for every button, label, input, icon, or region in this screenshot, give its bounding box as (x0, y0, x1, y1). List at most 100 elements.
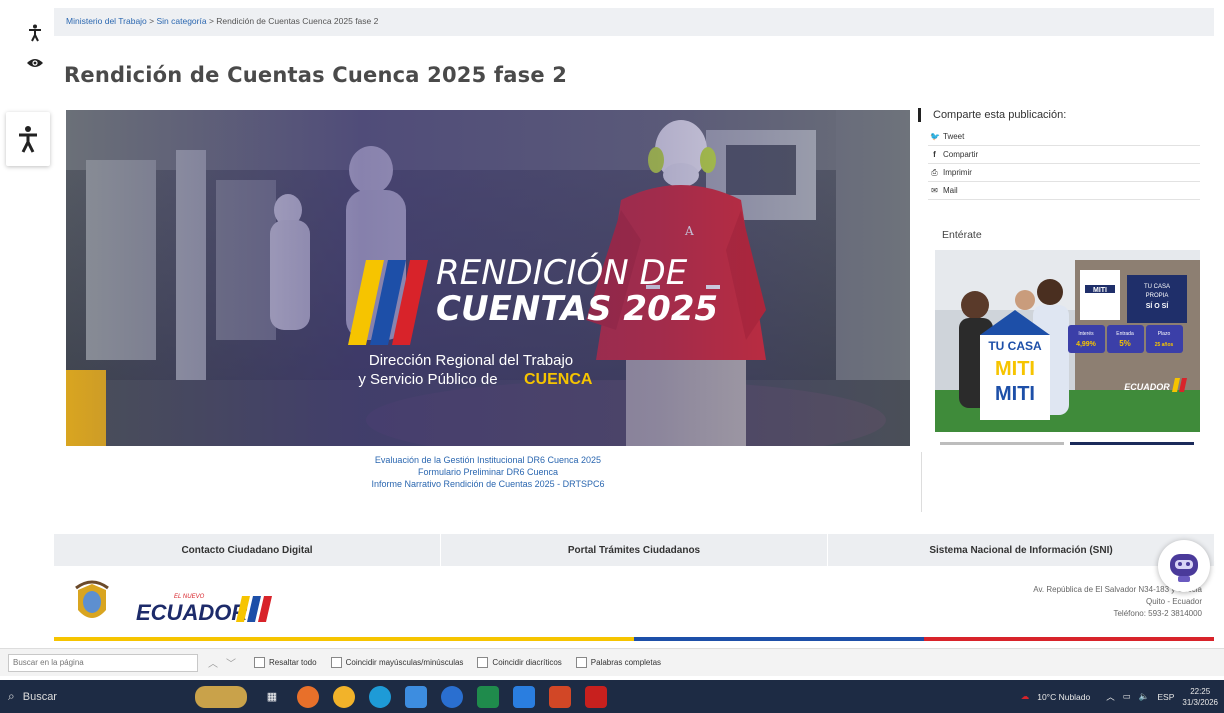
clock[interactable]: 22:25 31/3/2026 (1182, 686, 1218, 708)
hero-image: A RENDICIÓN DE CUENTAS 2025 Dirección Re… (66, 110, 910, 446)
breadcrumb-separator: > (206, 16, 217, 26)
browser-page: Ministerio del Trabajo > Sin categoría >… (0, 0, 1224, 713)
promo-house-line-2: MITI (995, 358, 1035, 380)
file-explorer-icon[interactable] (405, 685, 427, 708)
find-bar: ︿ ﹀ Resaltar todo Coincidir mayúsculas/m… (0, 648, 1224, 676)
powerpoint-icon[interactable] (549, 685, 571, 708)
option-label: Palabras completas (590, 658, 662, 667)
share-facebook[interactable]: f Compartir (928, 146, 1200, 164)
chatbot-button[interactable] (1158, 540, 1210, 592)
promo-badge-label: Interés (1078, 331, 1094, 337)
checkbox[interactable] (330, 657, 342, 668)
footer-link-tramites[interactable]: Portal Trámites Ciudadanos (441, 534, 828, 566)
promo-banner[interactable]: MITI TU CASA PROPIA SÍ O SÍ TU CASA MITI… (935, 250, 1200, 432)
share-print[interactable]: ⎙ Imprimir (928, 164, 1200, 182)
hero-subtitle-1: Dirección Regional del Trabajo (369, 352, 573, 369)
checkbox[interactable] (575, 657, 587, 668)
footer-nav: Contacto Ciudadano Digital Portal Trámit… (54, 534, 1214, 566)
network-icon[interactable]: ▭ (1123, 691, 1131, 702)
clock-time: 22:25 (1190, 686, 1211, 696)
promo-badge-value: 4,99% (1076, 341, 1097, 348)
enterate-heading: Entérate (942, 229, 982, 241)
hero-city: CUENCA (524, 371, 593, 388)
match-case-option[interactable]: Coincidir mayúsculas/minúsculas (330, 657, 464, 668)
taskbar: ⌕ Buscar ▦ ☁ 10°C Nublado ︿ ▭ 🔈 ESP 22:2… (0, 680, 1224, 713)
store-icon[interactable] (513, 685, 535, 708)
promo-badge-label: Plazo (1158, 331, 1171, 337)
pdf-reader-icon[interactable] (585, 685, 607, 708)
chevron-up-icon[interactable]: ︿ (1106, 691, 1115, 703)
share-label: Tweet (943, 131, 965, 141)
widget-icon[interactable] (195, 685, 247, 708)
taskbar-search[interactable]: ⌕ Buscar (8, 680, 188, 713)
promo-badge-value: 5% (1119, 339, 1131, 348)
document-link[interactable]: Formulario Preliminar DR6 Cuenca (66, 466, 910, 478)
match-diacritics-option[interactable]: Coincidir diacríticos (477, 657, 562, 668)
share-label: Mail (943, 185, 958, 195)
facebook-icon: f (933, 149, 936, 159)
footer: EL NUEVO ECUADOR Av. República de El Sal… (54, 568, 1214, 634)
find-next-icon[interactable]: ﹀ (222, 655, 240, 670)
document-link[interactable]: Evaluación de la Gestión Institucional D… (66, 454, 910, 466)
carousel-indicator[interactable] (940, 442, 1064, 445)
accessibility-icon[interactable] (24, 22, 46, 44)
share-label: Compartir (943, 149, 979, 159)
address-line: Quito - Ecuador (1145, 597, 1202, 606)
option-label: Coincidir mayúsculas/minúsculas (345, 658, 464, 667)
hero-headline-1: RENDICIÓN DE (436, 252, 688, 293)
checkbox[interactable] (254, 657, 265, 668)
taskbar-search-label: Buscar (22, 690, 57, 703)
promo-house-line-1: TU CASA (988, 339, 1042, 353)
language-indicator[interactable]: ESP (1157, 692, 1174, 702)
promo-ecuador-logo: ECUADOR (1124, 382, 1170, 392)
find-previous-icon[interactable]: ︿ (204, 655, 222, 670)
share-title: Comparte esta publicación: (918, 108, 1204, 122)
promo-badge-label: Entrada (1116, 331, 1134, 337)
app-icon[interactable] (441, 685, 463, 708)
sidebar-divider (921, 452, 922, 512)
excel-icon[interactable] (477, 685, 499, 708)
search-icon: ⌕ (8, 689, 15, 703)
edge-icon[interactable] (369, 685, 391, 708)
task-view-icon[interactable]: ▦ (261, 686, 283, 708)
find-input[interactable] (8, 653, 198, 672)
weather-icon[interactable]: ☁ (1021, 691, 1030, 702)
mail-icon: ✉ (931, 185, 938, 195)
chrome-icon[interactable] (333, 685, 355, 708)
option-label: Resaltar todo (269, 658, 317, 667)
breadcrumb-home-link[interactable]: Ministerio del Trabajo (66, 16, 147, 26)
ecuador-logo: EL NUEVO ECUADOR (75, 580, 272, 625)
promo-sign-line-2: PROPIA (1146, 293, 1169, 299)
footer-link-contacto[interactable]: Contacto Ciudadano Digital (54, 534, 441, 566)
option-label: Coincidir diacríticos (492, 658, 562, 667)
firefox-icon[interactable] (297, 685, 319, 708)
carousel-indicator-active[interactable] (1070, 442, 1194, 445)
print-icon: ⎙ (931, 167, 938, 177)
accessibility-menu-button[interactable] (6, 112, 50, 166)
document-links: Evaluación de la Gestión Institucional D… (66, 454, 910, 490)
share-tweet[interactable]: 🐦 Tweet (928, 128, 1200, 146)
twitter-icon: 🐦 (930, 131, 940, 141)
eye-icon[interactable] (24, 52, 46, 74)
accessibility-person-icon (19, 126, 37, 153)
breadcrumb-current: Rendición de Cuentas Cuenca 2025 fase 2 (216, 16, 379, 26)
share-mail[interactable]: ✉ Mail (928, 182, 1200, 200)
share-list: 🐦 Tweet f Compartir ⎙ Imprimir ✉ Mail (928, 128, 1200, 200)
highlight-all-option[interactable]: Resaltar todo (254, 657, 317, 668)
document-link[interactable]: Informe Narrativo Rendición de Cuentas 2… (66, 478, 910, 490)
phone-line: Teléfono: 593-2 3814000 (1113, 609, 1202, 618)
promo-sign-line-3: SÍ O SÍ (1146, 301, 1170, 310)
robot-icon (1170, 554, 1198, 582)
share-label: Imprimir (943, 167, 972, 177)
hero-subtitle-2: y Servicio Público de (358, 371, 497, 388)
breadcrumb: Ministerio del Trabajo > Sin categoría >… (54, 8, 1214, 36)
weather-label[interactable]: 10°C Nublado (1037, 692, 1090, 702)
checkbox[interactable] (477, 657, 489, 668)
promo-roof-mark: MITI (1093, 287, 1107, 294)
breadcrumb-category-link[interactable]: Sin categoría (156, 16, 206, 26)
whole-words-option[interactable]: Palabras completas (575, 657, 662, 668)
footer-link-sni[interactable]: Sistema Nacional de Información (SNI) (828, 534, 1214, 566)
page-title: Rendición de Cuentas Cuenca 2025 fase 2 (64, 63, 568, 87)
share-box: Comparte esta publicación: 🐦 Tweet f Compa… (918, 108, 1204, 200)
volume-icon[interactable]: 🔈 (1139, 691, 1150, 702)
